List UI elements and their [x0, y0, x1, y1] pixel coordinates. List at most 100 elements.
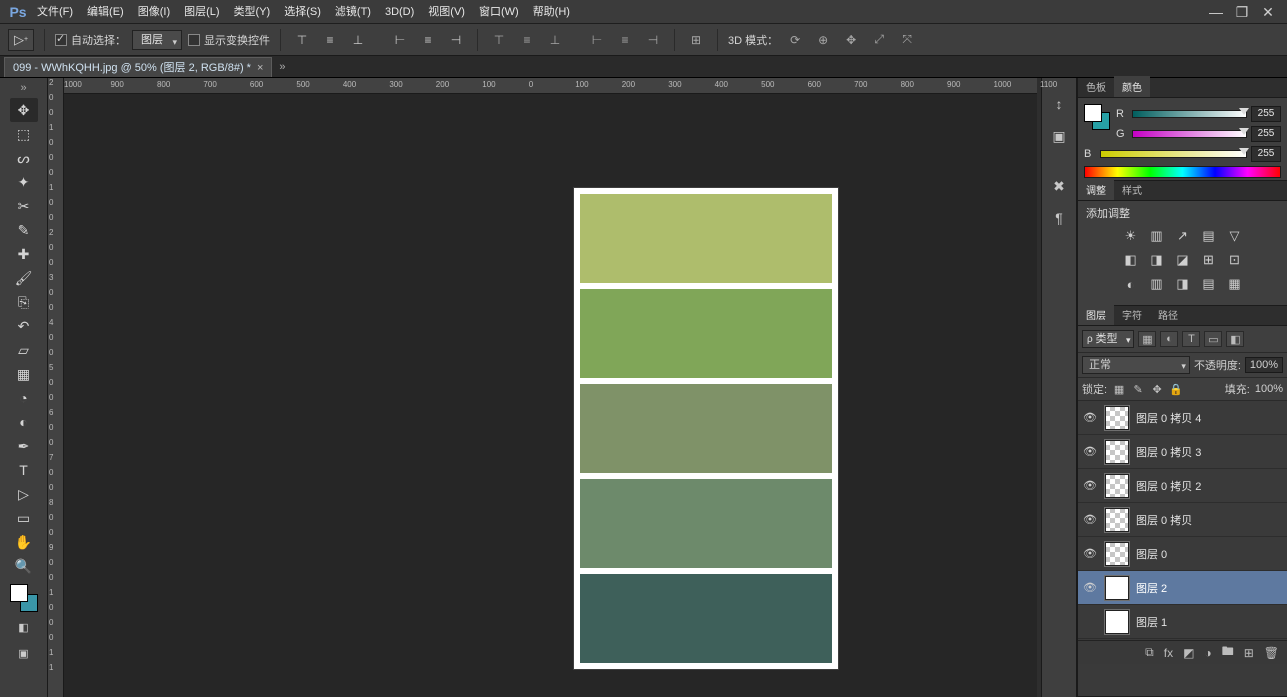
menu-item[interactable]: 窗口(W) [472, 0, 526, 24]
fx-icon[interactable]: fx [1164, 646, 1173, 660]
zoom-tool[interactable]: 🔍 [10, 554, 38, 578]
blur-tool[interactable]: ◔ [10, 386, 38, 410]
bw-icon[interactable]: ◨ [1147, 251, 1167, 269]
visibility-eye-icon[interactable]: 👁 [1082, 547, 1098, 560]
link-layers-icon[interactable]: ⧉ [1145, 645, 1154, 660]
panel-color-swatches[interactable] [1084, 104, 1110, 130]
brush-panel-icon[interactable]: ✖ [1046, 174, 1072, 198]
mask-icon[interactable]: ◩ [1183, 646, 1194, 660]
layer-filter-dropdown[interactable]: ρ 类型 [1082, 330, 1134, 348]
align-hcenter-icon[interactable]: ≡ [417, 30, 439, 50]
lock-position-icon[interactable]: ✥ [1150, 383, 1164, 396]
tab-color[interactable]: 颜色 [1114, 76, 1150, 97]
auto-align-icon[interactable]: ⊞ [685, 30, 707, 50]
opacity-value[interactable]: 100% [1245, 357, 1283, 373]
menu-item[interactable]: 图层(L) [177, 0, 226, 24]
pen-tool[interactable]: ✒ [10, 434, 38, 458]
hue-icon[interactable]: ◧ [1121, 251, 1141, 269]
dodge-tool[interactable]: ◐ [10, 410, 38, 434]
history-brush-tool[interactable]: ↶ [10, 314, 38, 338]
posterize-icon[interactable]: ▥ [1147, 275, 1167, 293]
r-slider[interactable]: R255 [1116, 104, 1281, 124]
move-tool[interactable]: ✥ [10, 98, 38, 122]
filter-smart-icon[interactable]: ◧ [1226, 331, 1244, 347]
visibility-eye-icon[interactable]: 👁 [1082, 581, 1098, 594]
actions-panel-icon[interactable]: ▣ [1046, 124, 1072, 148]
visibility-eye-icon[interactable]: 👁 [1082, 479, 1098, 492]
slide-3d-icon[interactable]: ⤢ [868, 30, 890, 50]
color-swatches[interactable] [10, 584, 38, 612]
blend-mode-dropdown[interactable]: 正常 [1082, 356, 1190, 374]
canvas-stage[interactable] [64, 94, 1037, 697]
hue-strip[interactable] [1084, 166, 1281, 178]
auto-select-dropdown[interactable]: 图层 [132, 30, 182, 50]
align-bottom-icon[interactable]: ⊥ [347, 30, 369, 50]
show-transform-checkbox[interactable]: 显示变换控件 [188, 32, 270, 48]
curves-icon[interactable]: ↗ [1173, 227, 1193, 245]
align-top-icon[interactable]: ⊤ [291, 30, 313, 50]
align-left-icon[interactable]: ⊢ [389, 30, 411, 50]
tab-styles[interactable]: 样式 [1114, 179, 1150, 200]
document-tab[interactable]: 099 - WWhKQHH.jpg @ 50% (图层 2, RGB/8#) *… [4, 57, 272, 77]
path-select-tool[interactable]: ▷ [10, 482, 38, 506]
auto-select-checkbox[interactable]: 自动选择： [55, 32, 126, 48]
minimize-button[interactable]: — [1203, 0, 1229, 24]
gradient-tool[interactable]: ▦ [10, 362, 38, 386]
menu-item[interactable]: 选择(S) [277, 0, 328, 24]
group-icon[interactable]: 🖿 [1222, 642, 1234, 663]
delete-layer-icon[interactable]: 🗑 [1264, 646, 1279, 660]
tool-preset-icon[interactable]: ▷+ [8, 29, 34, 51]
visibility-eye-icon[interactable]: 👁 [1082, 513, 1098, 526]
maximize-button[interactable]: ❐ [1229, 0, 1255, 24]
tab-expand-icon[interactable]: » [272, 61, 292, 73]
eyedropper-tool[interactable]: ✎ [10, 218, 38, 242]
healing-tool[interactable]: ✚ [10, 242, 38, 266]
filter-adjust-icon[interactable]: ◐ [1160, 331, 1178, 347]
quick-mask-icon[interactable]: ◧ [10, 616, 38, 638]
crop-tool[interactable]: ✂ [10, 194, 38, 218]
menu-item[interactable]: 编辑(E) [80, 0, 131, 24]
type-tool[interactable]: T [10, 458, 38, 482]
lut-icon[interactable]: ⊡ [1225, 251, 1245, 269]
menu-item[interactable]: 滤镜(T) [328, 0, 378, 24]
menu-item[interactable]: 类型(Y) [227, 0, 278, 24]
invert-icon[interactable]: ◐ [1121, 275, 1141, 293]
distribute-bottom-icon[interactable]: ⊥ [544, 30, 566, 50]
tab-adjustments[interactable]: 调整 [1078, 179, 1114, 200]
exposure-icon[interactable]: ▤ [1199, 227, 1219, 245]
layer-row[interactable]: 👁图层 0 拷贝 4 [1078, 401, 1287, 435]
adjustment-layer-icon[interactable]: ◑ [1204, 646, 1211, 660]
new-layer-icon[interactable]: ⊞ [1244, 646, 1254, 660]
distribute-vcenter-icon[interactable]: ≡ [516, 30, 538, 50]
visibility-eye-icon[interactable]: 👁 [1082, 411, 1098, 424]
distribute-hcenter-icon[interactable]: ≡ [614, 30, 636, 50]
brightness-icon[interactable]: ☀ [1121, 227, 1141, 245]
align-vcenter-icon[interactable]: ≡ [319, 30, 341, 50]
lasso-tool[interactable]: ᔕ [10, 146, 38, 170]
history-panel-icon[interactable]: ↕ [1046, 92, 1072, 116]
layer-row[interactable]: 👁图层 0 拷贝 [1078, 503, 1287, 537]
filter-type-icon[interactable]: T [1182, 331, 1200, 347]
tool-expand-icon[interactable]: » [0, 82, 47, 94]
gradient-map-icon[interactable]: ▤ [1199, 275, 1219, 293]
tab-close-icon[interactable]: × [257, 62, 263, 74]
filter-pixel-icon[interactable]: ▦ [1138, 331, 1156, 347]
photo-filter-icon[interactable]: ◪ [1173, 251, 1193, 269]
tab-paths[interactable]: 路径 [1150, 304, 1186, 325]
menu-item[interactable]: 3D(D) [378, 0, 421, 24]
orbit-3d-icon[interactable]: ⟳ [784, 30, 806, 50]
tab-swatches[interactable]: 色板 [1078, 76, 1114, 97]
distribute-top-icon[interactable]: ⊤ [488, 30, 510, 50]
distribute-left-icon[interactable]: ⊢ [586, 30, 608, 50]
align-right-icon[interactable]: ⊣ [445, 30, 467, 50]
marquee-tool[interactable]: ⬚ [10, 122, 38, 146]
lock-paint-icon[interactable]: ✎ [1131, 383, 1145, 396]
b-slider[interactable]: B255 [1084, 144, 1281, 164]
tab-character[interactable]: 字符 [1114, 304, 1150, 325]
layer-row[interactable]: 图层 1 [1078, 605, 1287, 639]
menu-item[interactable]: 图像(I) [131, 0, 177, 24]
screen-mode-icon[interactable]: ▣ [10, 642, 38, 664]
roll-3d-icon[interactable]: ⊕ [812, 30, 834, 50]
paragraph-panel-icon[interactable]: ¶ [1046, 206, 1072, 230]
layer-row[interactable]: 👁图层 0 [1078, 537, 1287, 571]
